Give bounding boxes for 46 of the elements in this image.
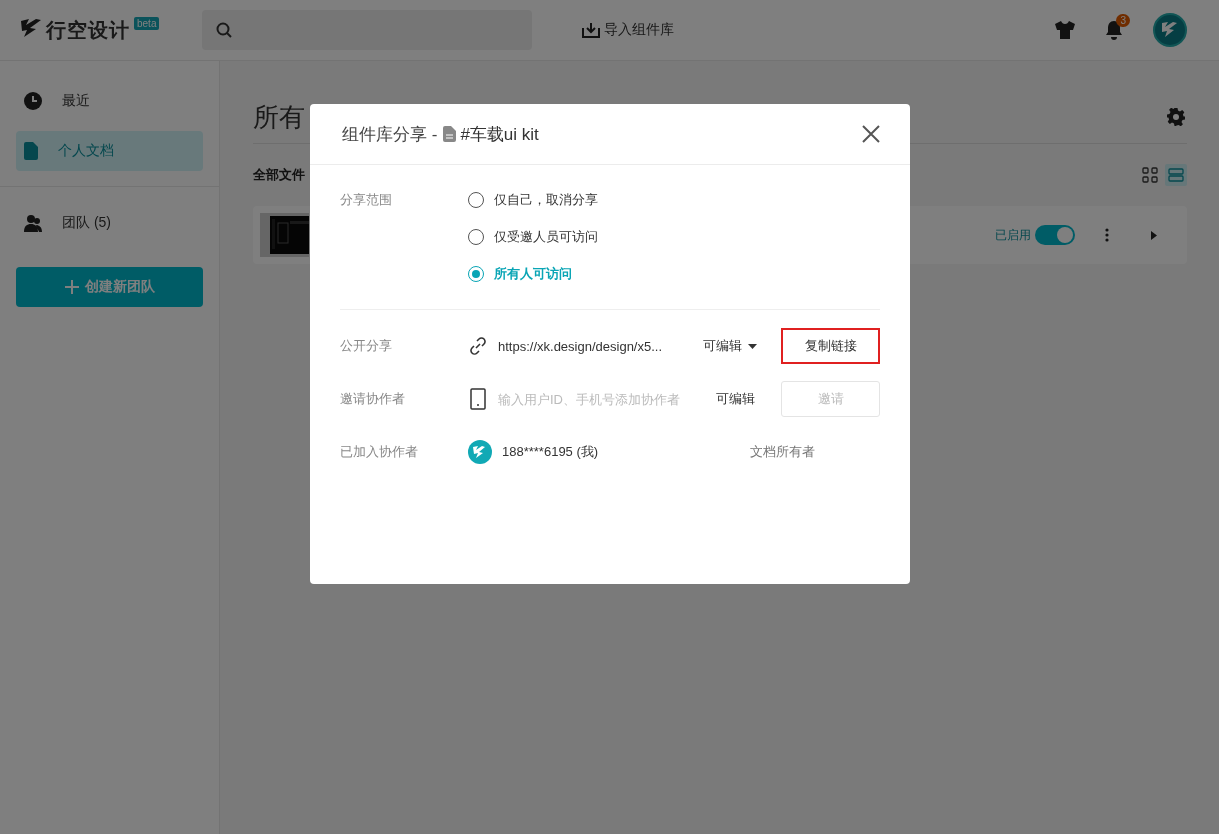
radio-option[interactable]: 仅受邀人员可访问 [468, 228, 880, 246]
sidebar-item[interactable]: 个人文档 [16, 131, 203, 171]
field-label: 邀请协作者 [340, 390, 406, 408]
clock-icon [24, 92, 42, 110]
copy-link-button[interactable]: 复制链接 [781, 328, 880, 364]
settings-icon[interactable] [1167, 108, 1185, 126]
close-button[interactable] [862, 125, 880, 143]
status-label: 已启用 [995, 226, 1031, 244]
link-icon [468, 336, 488, 356]
bell-icon[interactable] [1105, 20, 1123, 40]
grid-view-button[interactable] [1139, 164, 1161, 186]
more-icon[interactable] [1105, 228, 1109, 242]
avatar-icon[interactable] [1153, 13, 1187, 47]
shirt-icon[interactable] [1055, 21, 1075, 39]
import-button[interactable]: 导入组件库 [582, 21, 674, 39]
phone-icon [468, 388, 488, 410]
search-field[interactable] [202, 10, 532, 50]
beta-badge: beta [134, 16, 160, 30]
document-name: #车载ui kit [460, 123, 539, 146]
page-title: 所有 [253, 100, 305, 134]
dialog-title: 组件库分享 - [342, 123, 438, 146]
logo-text: 行空设计 [46, 17, 130, 43]
field-label: 分享范围 [340, 191, 393, 209]
file-icon [443, 126, 457, 142]
search-icon [216, 22, 232, 38]
caret-icon [748, 343, 757, 349]
field-label: 已加入协作者 [340, 443, 419, 461]
filter-label: 全部文件 [253, 166, 305, 184]
play-icon[interactable] [1151, 230, 1157, 240]
team-item[interactable]: 团队 (5) [16, 203, 203, 243]
file-icon [24, 142, 38, 160]
import-icon [582, 22, 600, 38]
field-label: 公开分享 [340, 337, 393, 355]
plus-icon [64, 280, 79, 294]
member-name: 188****6195 (我) [502, 443, 600, 461]
radio-option[interactable]: 仅自己，取消分享 [468, 191, 880, 209]
permission-dropdown[interactable]: 可编辑 [703, 337, 757, 355]
sidebar-item[interactable]: 最近 [16, 81, 203, 121]
people-icon [24, 214, 42, 232]
notification-badge: 3 [1116, 14, 1130, 27]
member-role: 文档所有者 [750, 443, 815, 461]
toggle-switch[interactable] [1035, 225, 1075, 245]
logo-icon [20, 16, 42, 39]
radio-option[interactable]: 所有人可访问 [468, 265, 880, 283]
permission-label: 可编辑 [716, 390, 755, 408]
avatar-icon [468, 440, 492, 464]
